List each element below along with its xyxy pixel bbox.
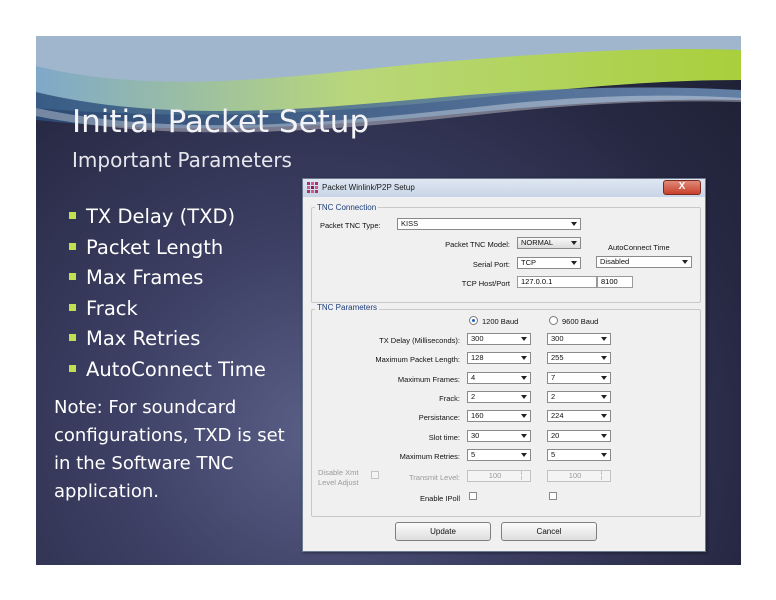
transmit-level-label: Transmit Level:	[409, 473, 460, 482]
disable-xmt-checkbox[interactable]	[371, 471, 379, 479]
tnc-type-label: Packet TNC Type:	[320, 221, 381, 230]
baud-9600-label: 9600 Baud	[562, 317, 599, 326]
max-frames-label: Maximum Frames:	[397, 375, 460, 384]
enable-ipoll-1200-checkbox[interactable]	[469, 492, 477, 500]
frack-1200-select[interactable]: 2	[467, 391, 531, 403]
tx-delay-1200-select[interactable]: 300	[467, 333, 531, 345]
tcp-host-label: TCP Host/Port	[461, 279, 510, 288]
chevron-down-icon	[521, 356, 527, 360]
chevron-down-icon	[521, 414, 527, 418]
max-packet-length-label: Maximum Packet Length:	[375, 355, 460, 364]
max-packet-length-1200-select[interactable]: 128	[467, 352, 531, 364]
baud-1200-label: 1200 Baud	[482, 317, 519, 326]
chevron-down-icon	[601, 337, 607, 341]
max-frames-9600-select[interactable]: 7	[547, 372, 611, 384]
chevron-down-icon	[601, 434, 607, 438]
frack-label: Frack:	[439, 394, 460, 403]
tcp-host-field[interactable]: 127.0.0.1	[517, 276, 597, 288]
stepper-down-icon[interactable]	[601, 476, 609, 480]
autoconnect-select[interactable]: Disabled	[596, 256, 692, 268]
slide-subtitle: Important Parameters	[72, 148, 292, 172]
transmit-level-1200-stepper[interactable]: 100	[467, 470, 531, 482]
chevron-down-icon	[521, 395, 527, 399]
stepper-up-icon[interactable]	[601, 471, 609, 475]
slot-time-label: Slot time:	[428, 433, 460, 442]
soundcard-note: Note: For soundcard configurations, TXD …	[54, 397, 285, 502]
persistance-label: Persistance:	[418, 413, 460, 422]
slot-time-9600-select[interactable]: 20	[547, 430, 611, 442]
tx-delay-9600-select[interactable]: 300	[547, 333, 611, 345]
bullet-item: Max Retries	[69, 324, 266, 355]
slide-title: Initial Packet Setup	[72, 104, 370, 140]
chevron-down-icon	[521, 337, 527, 341]
bullet-item: Frack	[69, 294, 266, 325]
max-packet-length-9600-select[interactable]: 255	[547, 352, 611, 364]
update-button[interactable]: Update	[395, 522, 491, 541]
tnc-parameters-label: TNC Parameters	[315, 303, 380, 312]
packet-setup-dialog: Packet Winlink/P2P Setup X TNC Connectio…	[302, 178, 706, 552]
autoconnect-label: AutoConnect Time	[608, 243, 670, 252]
dialog-title: Packet Winlink/P2P Setup	[322, 183, 415, 192]
chevron-down-icon	[601, 414, 607, 418]
dialog-titlebar[interactable]: Packet Winlink/P2P Setup X	[303, 179, 705, 197]
bullet-item: TX Delay (TXD)	[69, 202, 266, 233]
max-retries-label: Maximum Retries:	[399, 452, 460, 461]
tnc-model-label: Packet TNC Model:	[445, 240, 510, 249]
chevron-down-icon	[601, 453, 607, 457]
chevron-down-icon	[521, 453, 527, 457]
bullet-list: TX Delay (TXD) Packet Length Max Frames …	[69, 202, 266, 385]
chevron-down-icon	[601, 376, 607, 380]
persistance-9600-select[interactable]: 224	[547, 410, 611, 422]
close-button[interactable]: X	[663, 180, 701, 195]
slot-time-1200-select[interactable]: 30	[467, 430, 531, 442]
chevron-down-icon	[521, 434, 527, 438]
frack-9600-select[interactable]: 2	[547, 391, 611, 403]
bullet-item: Max Frames	[69, 263, 266, 294]
baud-1200-radio[interactable]	[469, 316, 478, 325]
chevron-down-icon	[521, 376, 527, 380]
bullet-square-icon	[69, 212, 76, 219]
serial-port-select[interactable]: TCP	[517, 257, 581, 269]
stepper-down-icon[interactable]	[521, 476, 529, 480]
enable-ipoll-label: Enable IPoll	[419, 494, 460, 503]
cancel-button[interactable]: Cancel	[501, 522, 597, 541]
tnc-connection-label: TNC Connection	[315, 203, 379, 212]
bullet-square-icon	[69, 334, 76, 341]
tnc-model-select[interactable]: NORMAL	[517, 237, 581, 249]
bullet-square-icon	[69, 242, 76, 250]
tnc-type-select[interactable]: KISS	[397, 218, 581, 230]
enable-ipoll-9600-checkbox[interactable]	[549, 492, 557, 500]
persistance-1200-select[interactable]: 160	[467, 410, 531, 422]
tx-delay-label: TX Delay (Milliseconds):	[379, 336, 460, 345]
chevron-down-icon	[601, 395, 607, 399]
bullet-item: Packet Length	[69, 233, 266, 264]
chevron-down-icon	[682, 260, 688, 264]
bullet-item: AutoConnect Time	[69, 355, 266, 386]
tcp-port-field[interactable]: 8100	[597, 276, 633, 288]
bullet-square-icon	[69, 303, 76, 311]
max-retries-9600-select[interactable]: 5	[547, 449, 611, 461]
max-frames-1200-select[interactable]: 4	[467, 372, 531, 384]
stepper-up-icon[interactable]	[521, 471, 529, 475]
bullet-square-icon	[69, 273, 76, 280]
transmit-level-9600-stepper[interactable]: 100	[547, 470, 611, 482]
app-grid-icon	[307, 182, 318, 193]
baud-9600-radio[interactable]	[549, 316, 558, 325]
bullet-square-icon	[69, 364, 76, 372]
chevron-down-icon	[571, 261, 577, 265]
chevron-down-icon	[571, 241, 577, 245]
chevron-down-icon	[571, 222, 577, 226]
serial-port-label: Serial Port:	[472, 260, 510, 269]
disable-xmt-label: Disable Xmt Level Adjust	[318, 468, 359, 487]
max-retries-1200-select[interactable]: 5	[467, 449, 531, 461]
chevron-down-icon	[601, 356, 607, 360]
